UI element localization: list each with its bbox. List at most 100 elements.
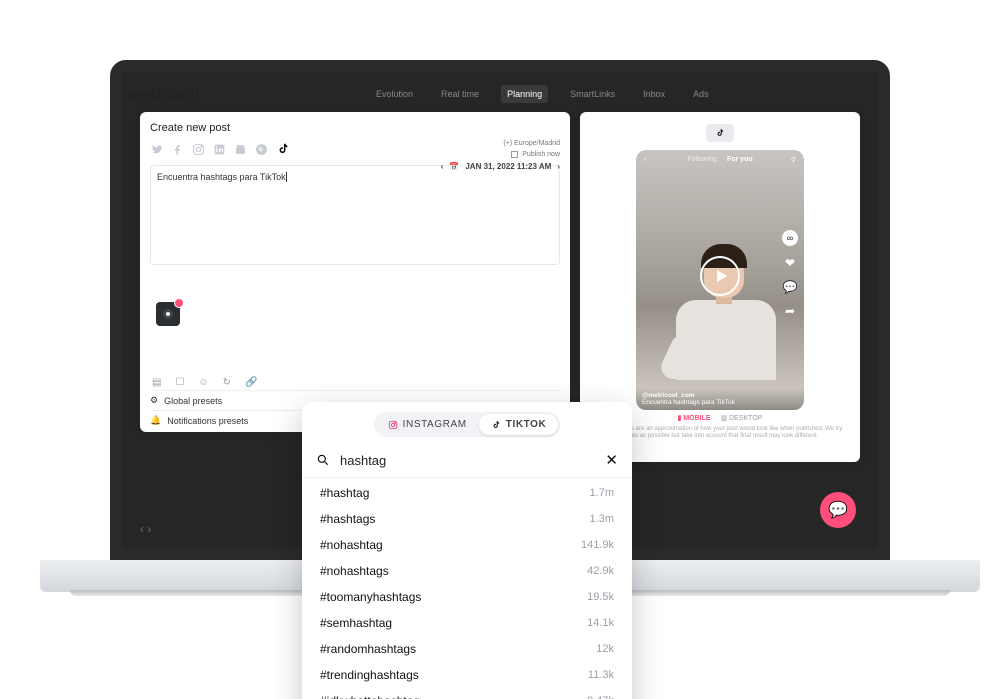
create-post-panel: Create new post (+) Europe/Madrid Publis… bbox=[140, 112, 570, 432]
image-icon[interactable]: ☐ bbox=[175, 377, 184, 388]
back-icon[interactable]: ‹ bbox=[644, 156, 646, 163]
chevron-right-icon[interactable]: › bbox=[557, 162, 560, 171]
hashtag-tag: #toomanyhashtags bbox=[320, 590, 421, 604]
camera-icon bbox=[163, 309, 173, 319]
hashtag-count: 14.1k bbox=[587, 617, 614, 629]
notifications-presets-label: Notifications presets bbox=[167, 416, 248, 426]
chat-icon: 💬 bbox=[828, 500, 848, 520]
desktop-mode[interactable]: ▥ DESKTOP bbox=[721, 414, 763, 422]
hashtag-row[interactable]: #hashtag 1.7m bbox=[302, 480, 632, 506]
gmb-icon[interactable] bbox=[234, 143, 247, 159]
brand-logo: metricool bbox=[128, 86, 200, 103]
foryou-tab[interactable]: For you bbox=[727, 156, 753, 163]
like-icon[interactable]: ❤ bbox=[785, 256, 795, 270]
twitter-icon[interactable] bbox=[150, 143, 163, 159]
desktop-icon[interactable]: ▤ bbox=[152, 377, 161, 388]
tiktok-side-actions: ∞ ❤ 💬 ➦ bbox=[782, 230, 798, 318]
hashtag-count: 42.9k bbox=[587, 565, 614, 577]
hashtag-search-popup: INSTAGRAM TIKTOK ✕ #hashtag 1.7m #hashtag… bbox=[302, 402, 632, 699]
publish-now-toggle[interactable]: Publish now bbox=[511, 151, 560, 158]
post-text-area[interactable]: Encuentra hashtags para TikTok​ bbox=[150, 165, 560, 265]
segment-tiktok-label: TIKTOK bbox=[506, 419, 547, 430]
tab-inbox[interactable]: Inbox bbox=[637, 85, 671, 103]
scheduled-date: JAN 31, 2022 11:23 AM bbox=[465, 162, 551, 171]
mobile-mode[interactable]: ▮ MOBILE bbox=[678, 414, 711, 422]
hashtag-row[interactable]: #hashtags 1.3m bbox=[302, 506, 632, 532]
caption-block: @metricool_com Encuentra hashtags para T… bbox=[636, 388, 804, 410]
chevron-left-icon[interactable]: ‹ bbox=[441, 162, 444, 171]
account-handle: @metricool_com bbox=[642, 392, 798, 399]
hashtag-row[interactable]: #toomanyhashtags 19.5k bbox=[302, 584, 632, 610]
hashtag-count: 141.9k bbox=[581, 539, 614, 551]
tab-evolution[interactable]: Evolution bbox=[370, 85, 419, 103]
schedule-block: (+) Europe/Madrid Publish now ‹ 📅 JAN 31… bbox=[441, 140, 560, 171]
pinterest-icon[interactable] bbox=[255, 143, 268, 159]
search-icon[interactable]: ⚲ bbox=[791, 156, 796, 164]
hashtag-row[interactable]: #semhashtag 14.1k bbox=[302, 610, 632, 636]
emoji-icon[interactable]: ☺ bbox=[198, 377, 208, 388]
hashtag-row[interactable]: #nohashtag 141.9k bbox=[302, 532, 632, 558]
comment-icon[interactable]: 💬 bbox=[783, 280, 798, 294]
hashtag-tag: #nohashtag bbox=[320, 538, 383, 552]
hashtag-count: 11.3k bbox=[588, 669, 614, 681]
bell-icon: 🔔 bbox=[150, 415, 161, 426]
network-segmented-control: INSTAGRAM TIKTOK bbox=[374, 412, 561, 437]
media-thumbnail[interactable] bbox=[156, 302, 180, 326]
hashtag-tag: #hashtag bbox=[320, 486, 369, 500]
segment-instagram[interactable]: INSTAGRAM bbox=[376, 414, 479, 435]
link-icon[interactable]: 🔗 bbox=[245, 377, 257, 388]
calendar-icon: 📅 bbox=[449, 162, 459, 171]
hashtag-tag: #randomhashtags bbox=[320, 642, 416, 656]
hashtag-tag: #idkwhattohashtag bbox=[320, 694, 420, 699]
nav-tabs: Evolution Real time Planning SmartLinks … bbox=[370, 85, 715, 103]
instagram-icon[interactable] bbox=[192, 143, 205, 159]
app-header: metricool Evolution Real time Planning S… bbox=[128, 80, 872, 108]
global-presets-label: Global presets bbox=[164, 396, 222, 406]
hashtag-tag: #nohashtags bbox=[320, 564, 389, 578]
tab-ads[interactable]: Ads bbox=[687, 85, 715, 103]
tiktok-icon[interactable] bbox=[276, 142, 290, 159]
segment-instagram-label: INSTAGRAM bbox=[403, 419, 467, 430]
hashtag-row[interactable]: #randomhashtags 12k bbox=[302, 636, 632, 662]
tiktok-preview-tab[interactable] bbox=[706, 124, 734, 142]
clear-icon[interactable]: ✕ bbox=[605, 451, 618, 469]
hashtag-row[interactable]: #trendinghashtags 11.3k bbox=[302, 662, 632, 688]
hashtag-count: 8.47k bbox=[587, 695, 614, 699]
scroll-arrows[interactable]: ‹ › bbox=[140, 522, 151, 536]
play-icon[interactable] bbox=[700, 256, 740, 296]
hashtag-tag: #trendinghashtags bbox=[320, 668, 419, 682]
segment-tiktok[interactable]: TIKTOK bbox=[479, 414, 559, 435]
remove-badge-icon[interactable] bbox=[174, 298, 184, 308]
avatar-icon[interactable]: ∞ bbox=[782, 230, 798, 246]
tab-smartlinks[interactable]: SmartLinks bbox=[564, 85, 621, 103]
hashtag-count: 12k bbox=[596, 643, 614, 655]
hashtag-count: 1.3m bbox=[590, 513, 614, 525]
tab-planning[interactable]: Planning bbox=[501, 85, 548, 103]
share-icon[interactable]: ➦ bbox=[785, 304, 795, 318]
hashtag-row[interactable]: #idkwhattohashtag 8.47k bbox=[302, 688, 632, 699]
following-tab[interactable]: Following bbox=[687, 156, 717, 163]
timezone-label: (+) Europe/Madrid bbox=[503, 140, 560, 147]
tab-realtime[interactable]: Real time bbox=[435, 85, 485, 103]
hashtag-tag: #semhashtag bbox=[320, 616, 392, 630]
hashtag-search-input[interactable] bbox=[340, 453, 595, 468]
checkbox-icon bbox=[511, 151, 518, 158]
date-picker[interactable]: ‹ 📅 JAN 31, 2022 11:23 AM › bbox=[441, 162, 560, 171]
gear-icon: ⚙ bbox=[150, 395, 158, 406]
reload-icon[interactable]: ↻ bbox=[223, 377, 231, 388]
facebook-icon[interactable] bbox=[171, 143, 184, 159]
linkedin-icon[interactable] bbox=[213, 143, 226, 159]
hashtag-tag: #hashtags bbox=[320, 512, 375, 526]
panel-title: Create new post bbox=[150, 122, 560, 134]
search-icon bbox=[316, 453, 330, 467]
post-text: Encuentra hashtags para TikTok bbox=[157, 172, 286, 182]
hashtag-count: 19.5k bbox=[587, 591, 614, 603]
hashtag-results-list: #hashtag 1.7m #hashtags 1.3m #nohashtag 141… bbox=[302, 478, 632, 699]
hashtag-row[interactable]: #nohashtags 42.9k bbox=[302, 558, 632, 584]
caption-text: Encuentra hashtags para TikTok bbox=[642, 399, 798, 406]
publish-now-label: Publish now bbox=[522, 151, 560, 158]
editor-toolbar: ▤ ☐ ☺ ↻ 🔗 bbox=[152, 377, 257, 388]
chat-fab[interactable]: 💬 bbox=[820, 492, 856, 528]
phone-mock: ‹ Following For you ⚲ ∞ ❤ 💬 ➦ bbox=[636, 150, 804, 410]
hashtag-count: 1.7m bbox=[590, 487, 614, 499]
